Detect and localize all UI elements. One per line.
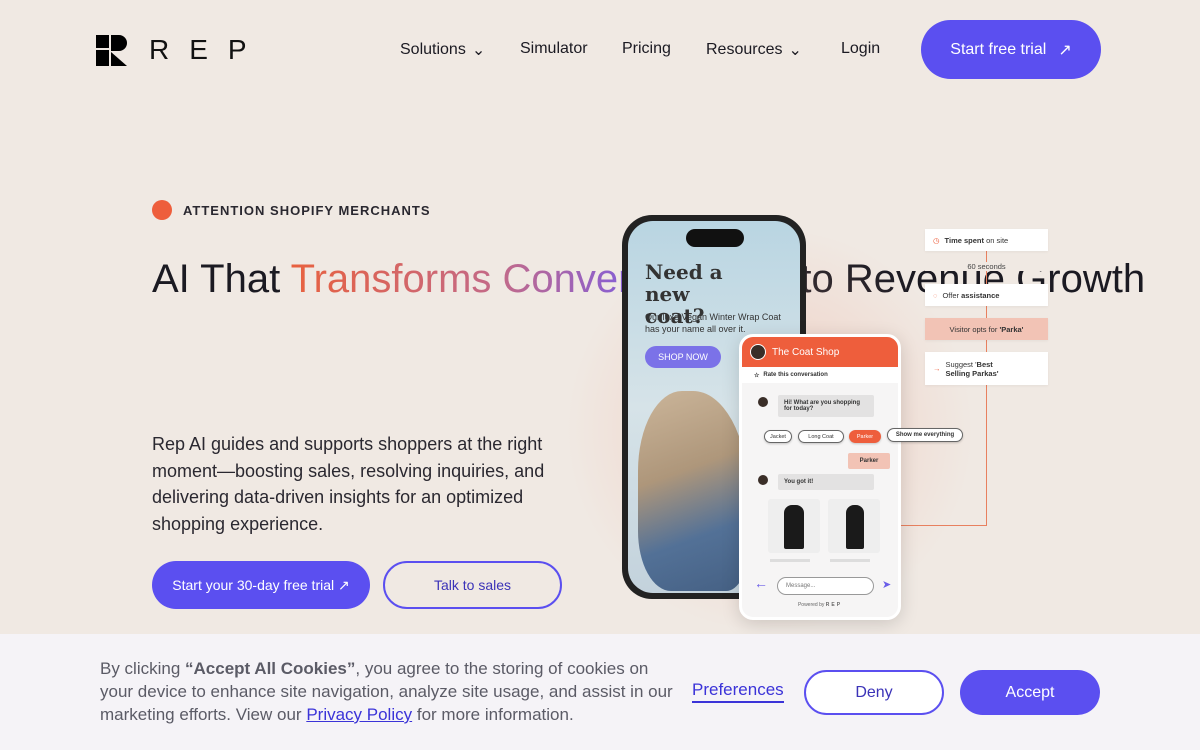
start-free-trial-button[interactable]: Start free trial ↗ [921,20,1101,79]
cookie-banner: By clicking “Accept All Cookies”, you ag… [0,634,1200,750]
eyebrow: ATTENTION SHOPIFY MERCHANTS [152,200,431,220]
nav-simulator[interactable]: Simulator [520,40,588,58]
rate-text: Rate this conversation [763,372,828,378]
clock-icon: ◷ [933,235,940,245]
powered-by: Powered by REP [742,602,898,608]
nav-label: Pricing [622,40,671,57]
product-caption [830,559,870,562]
avatar [758,475,768,485]
flow-step-visitor: Visitor opts for 'Parka' [925,318,1048,340]
nav-label: Resources [706,41,783,58]
nav-login[interactable]: Login [841,40,880,58]
dot-icon [152,200,172,220]
navbar: REP Solutions ⌄ Simulator Pricing Resourc… [0,20,1200,80]
avatar [750,344,766,360]
powered-brand: REP [825,602,843,608]
brand-name: REP [149,34,267,65]
step-text: Visitor opts for 'Parka' [949,324,1024,334]
chip-long-coat: Long Coat [798,430,844,443]
shop-now-button: SHOP NOW [645,346,721,368]
start-trial-button[interactable]: Start your 30-day free trial ↗ [152,561,370,609]
rep-logo-icon [96,34,127,66]
title-part: AI That [152,257,291,301]
help-icon: ◌ [933,290,938,300]
flow-step-suggest: → Suggest 'Best Selling Parkas' [925,352,1048,385]
nav-label: Login [841,40,881,57]
cta-label: Start free trial [950,40,1047,58]
model-image [638,391,748,591]
bot-message: You got it! [778,474,874,490]
chevron-down-icon: ⌄ [471,42,486,59]
phone-subtitle: Our luxe Vegan Winter Wrap Coat has your… [645,312,781,334]
nav-label: Solutions [400,41,466,58]
step-text: Time spent on site [944,235,1009,245]
eyebrow-text: ATTENTION SHOPIFY MERCHANTS [183,202,431,218]
deny-button[interactable]: Deny [804,670,944,715]
preferences-link[interactable]: Preferences [692,680,784,703]
shop-name: The Coat Shop [772,346,840,358]
flow-line [900,525,987,526]
hero-description: Rep AI guides and supports shoppers at t… [152,434,545,534]
product-card [768,499,820,553]
product-caption [770,559,810,562]
chip-show-everything: Show me everything [887,428,963,442]
cookie-text: By clicking “Accept All Cookies”, you ag… [100,659,673,724]
chip-jacket: Jacket [764,430,792,443]
avatar [758,397,768,407]
chip-parker: Parker [849,430,881,443]
star-icon: ☆ [754,372,760,379]
talk-to-sales-button[interactable]: Talk to sales [383,561,562,609]
message-input: Message... [777,577,874,595]
nav-solutions[interactable]: Solutions ⌄ [400,40,485,60]
step-text: Suggest 'Best Selling Parkas' [945,359,999,378]
send-icon: ➤ [882,579,892,591]
logo[interactable]: REP [96,34,267,66]
nav-resources[interactable]: Resources ⌄ [706,40,802,60]
step-text: Offer assistance [942,290,1000,300]
arrow-right-icon: → [933,364,941,373]
product-card [828,499,880,553]
privacy-policy-link[interactable]: Privacy Policy [306,705,412,724]
user-message: Parker [848,453,890,469]
rate-conversation: ☆ Rate this conversation [742,367,898,383]
flow-step-time: ◷ Time spent on site [925,229,1048,251]
nav-label: Simulator [520,40,588,57]
flow-delay: 60 seconds [925,262,1048,271]
accept-button[interactable]: Accept [960,670,1100,715]
chevron-down-icon: ⌄ [788,42,802,59]
nav-pricing[interactable]: Pricing [622,40,671,58]
back-arrow-icon: ← [754,575,768,591]
dynamic-island [686,229,744,247]
arrow-up-right-icon: ↗ [1058,41,1072,59]
bot-message: Hi! What are you shopping for today? [778,395,874,417]
powered-text: Powered by [797,602,825,608]
chat-widget: The Coat Shop ☆ Rate this conversation Hi… [739,334,901,620]
flow-step-offer: ◌ Offer assistance [925,284,1048,306]
